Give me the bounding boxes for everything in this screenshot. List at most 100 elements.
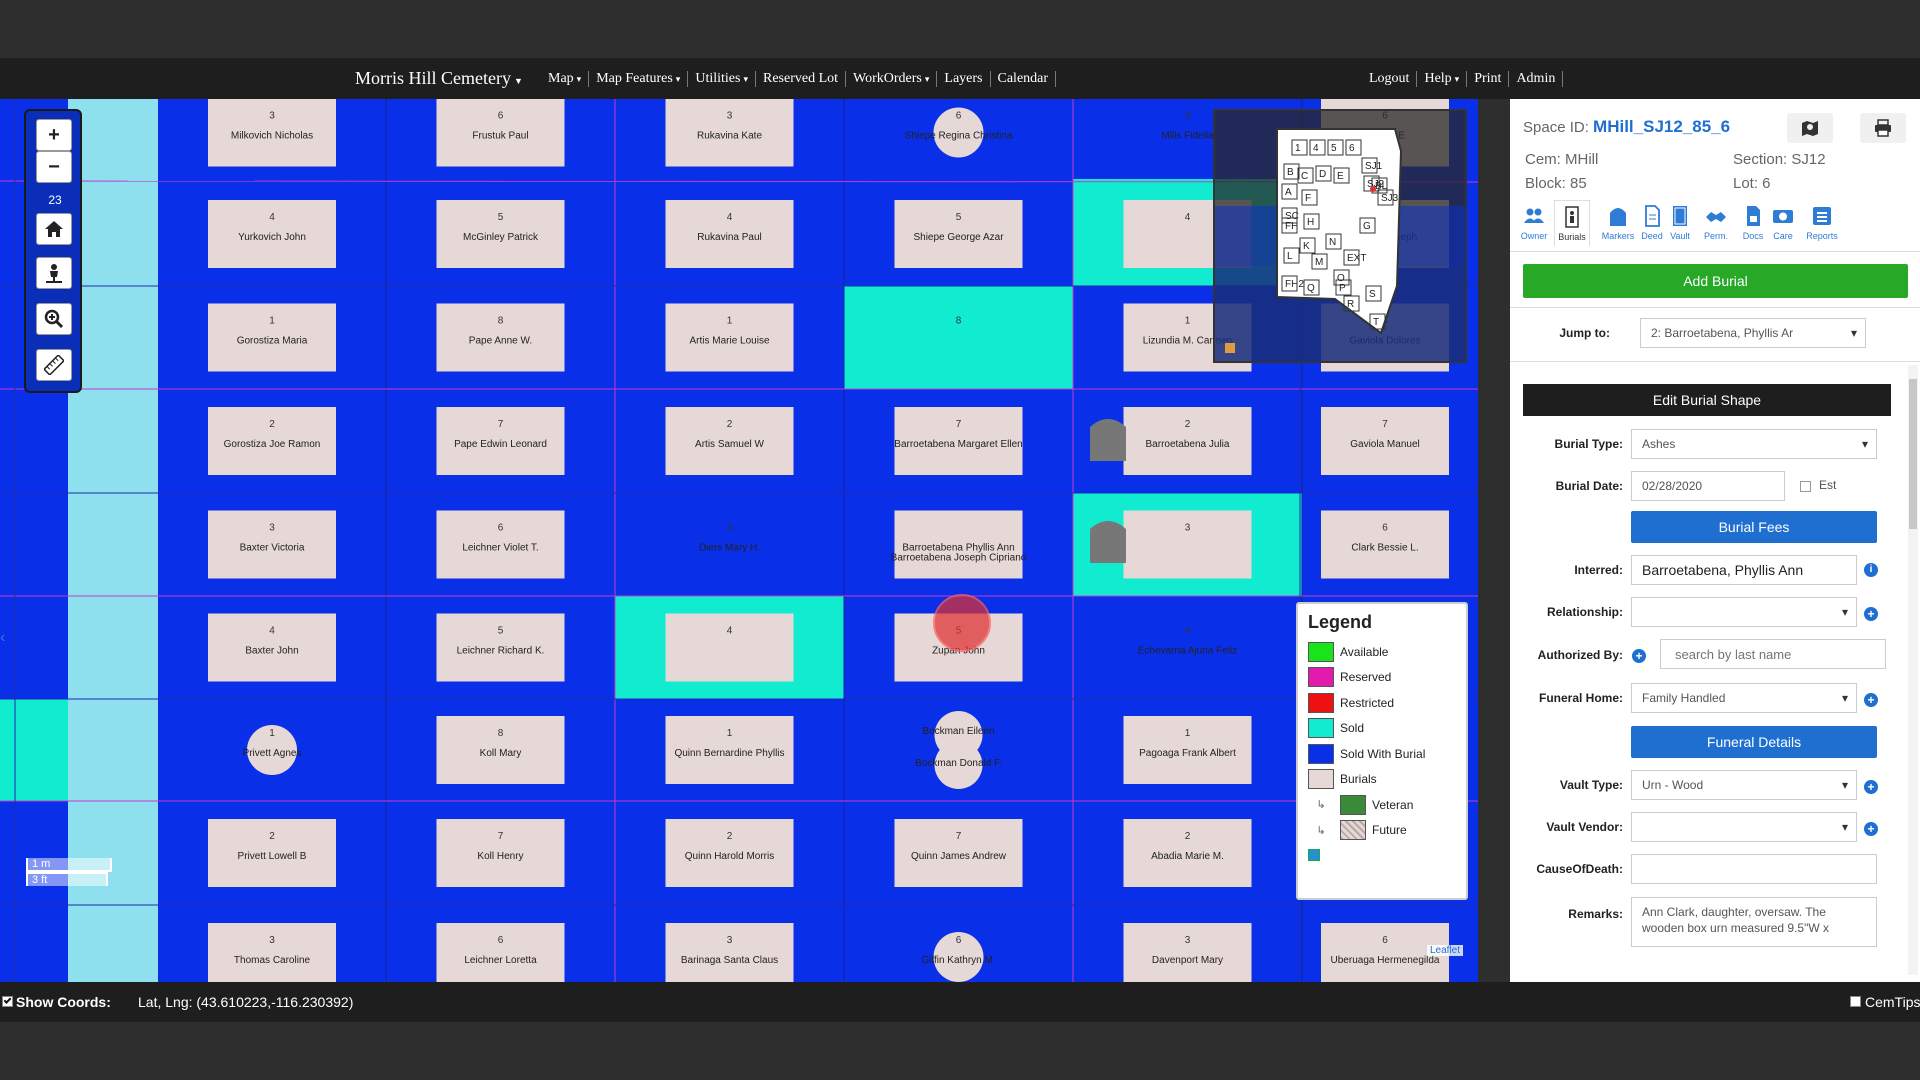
info-icon[interactable]: i <box>1864 563 1878 577</box>
burial-plot[interactable]: 1 Artis Marie Louise <box>665 303 794 372</box>
burial-plot[interactable]: 6 Clark Bessie L. <box>1321 510 1449 579</box>
sold-plot[interactable] <box>0 699 68 801</box>
nav-calendar[interactable]: Calendar <box>991 70 1057 87</box>
burial-plot[interactable]: 2 Barroetabena Julia <box>1123 407 1252 475</box>
burial-plot[interactable]: 6 Leichner Violet T. <box>436 510 565 579</box>
nav-workorders[interactable]: WorkOrders ▾ <box>846 70 938 87</box>
burial-marker[interactable] <box>1123 510 1252 579</box>
add-funeral-home-plus-icon[interactable]: + <box>1864 693 1878 707</box>
burial-plot[interactable]: 3 Barinaga Santa Claus <box>665 923 794 982</box>
locate-person-icon[interactable] <box>36 257 72 289</box>
leaflet-attribution[interactable]: Leaflet <box>1427 945 1464 956</box>
legend-toggle-icon[interactable] <box>1308 849 1320 861</box>
nav-layers[interactable]: Layers <box>937 70 991 87</box>
sold-plot[interactable] <box>844 286 1073 389</box>
tab-owner[interactable]: Owner <box>1516 205 1552 241</box>
burial-date-input[interactable]: 02/28/2020 <box>1631 471 1785 501</box>
burial-marker[interactable] <box>665 613 794 682</box>
burial-fees-button[interactable]: Burial Fees <box>1631 511 1877 543</box>
map-view[interactable]: 3 Milkovich Nicholas 6 Frustuk Paul 3 Rukavin… <box>0 99 1478 982</box>
show-coords-checkbox[interactable] <box>2 996 13 1007</box>
authorized-by-search-input[interactable] <box>1660 639 1886 669</box>
burial-plot[interactable]: 2 Artis Samuel W <box>665 407 794 475</box>
zoom-in-button[interactable]: + <box>36 119 72 151</box>
nav-utilities[interactable]: Utilities ▾ <box>688 70 756 87</box>
minimap-toggle-icon[interactable] <box>1225 343 1235 353</box>
burial-marker[interactable] <box>665 923 794 982</box>
burial-plot[interactable]: 3 Baxter Victoria <box>208 510 336 579</box>
nav-map[interactable]: Map ▾ <box>541 70 590 87</box>
burial-plot[interactable]: 3 Thomas Caroline <box>208 923 336 982</box>
burial-plot[interactable]: 5 Leichner Richard K. <box>436 613 565 682</box>
tab-perm[interactable]: Perm. <box>1698 205 1734 241</box>
interred-input[interactable]: Barroetabena, Phyllis Ann <box>1631 555 1857 585</box>
add-vault-vendor-plus-icon[interactable]: + <box>1864 822 1878 836</box>
burial-plot[interactable]: 5 Shiepe George Azar <box>894 200 1023 268</box>
jump-to-select[interactable]: 2: Barroetabena, Phyllis Ar <box>1640 318 1866 348</box>
relationship-select[interactable] <box>1631 597 1857 627</box>
burial-plot[interactable]: 2 Quinn Harold Morris <box>665 819 794 887</box>
headstone-icon[interactable] <box>1090 419 1126 461</box>
burial-plot[interactable]: 2 Gorostiza Joe Ramon <box>208 407 336 475</box>
burial-plot[interactable]: 4 Yurkovich John <box>208 200 336 268</box>
tab-care[interactable]: Care <box>1765 205 1801 241</box>
burial-plot[interactable]: 1 Quinn Bernardine Phyllis <box>665 716 794 784</box>
nav-print[interactable]: Print <box>1467 70 1510 87</box>
burial-plot[interactable]: 8 Pape Anne W. <box>436 303 565 372</box>
burial-plot[interactable]: 1 Pagoaga Frank Albert <box>1123 716 1252 784</box>
burial-plot[interactable]: 3 Milkovich Nicholas <box>208 99 336 167</box>
burial-plot[interactable]: 1 Gorostiza Maria <box>208 303 336 372</box>
nav-reserved-lot[interactable]: Reserved Lot <box>756 70 847 87</box>
burial-plot[interactable]: 3 Davenport Mary <box>1123 923 1252 982</box>
nav-map-features[interactable]: Map Features ▾ <box>589 70 689 87</box>
burial-plot[interactable]: 2 Abadia Marie M. <box>1123 819 1252 887</box>
nav-help[interactable]: Help ▾ <box>1417 70 1468 87</box>
zoom-out-button[interactable]: − <box>36 151 72 183</box>
burial-plot[interactable]: 7 Gaviola Manuel <box>1321 407 1449 475</box>
vault-vendor-select[interactable] <box>1631 812 1857 842</box>
cause-of-death-input[interactable] <box>1631 854 1877 884</box>
add-relationship-plus-icon[interactable]: + <box>1864 607 1878 621</box>
left-chevron-icon[interactable]: ‹ <box>0 629 5 647</box>
burial-plot[interactable]: 4 <box>665 613 794 682</box>
funeral-home-select[interactable]: Family Handled <box>1631 683 1857 713</box>
burial-plot[interactable]: 8 Koll Mary <box>436 716 565 784</box>
burial-plot[interactable]: 8 <box>956 316 962 327</box>
minimap[interactable]: 1 4 5 6 B C D E A F SC FH H G K L M N O P Q R S T BL FH2 SJ1 SJ2 SJ3… <box>1213 109 1467 363</box>
nav-admin[interactable]: Admin <box>1509 70 1564 87</box>
burial-type-select[interactable]: Ashes <box>1631 429 1877 459</box>
burial-marker[interactable] <box>1123 923 1252 982</box>
burial-plot[interactable]: 6 Frustuk Paul <box>436 99 565 167</box>
tab-markers[interactable]: Markers <box>1600 205 1636 241</box>
burial-plot[interactable]: 5 McGinley Patrick <box>436 200 565 268</box>
tab-burials[interactable]: Burials <box>1554 200 1590 246</box>
burial-marker[interactable] <box>436 923 565 982</box>
add-burial-button[interactable]: Add Burial <box>1523 264 1908 298</box>
burial-plot[interactable]: 4 Baxter John <box>208 613 336 682</box>
add-vault-type-plus-icon[interactable]: + <box>1864 780 1878 794</box>
burial-plot[interactable]: 4 Rukavina Paul <box>665 200 794 268</box>
add-authorizer-plus-icon[interactable]: + <box>1632 649 1646 663</box>
remarks-textarea[interactable]: Ann Clark, daughter, oversaw. The wooden… <box>1631 897 1877 947</box>
burial-marker[interactable] <box>208 923 336 982</box>
burial-plot[interactable]: Barroetabena Phyllis AnnBarroetabena Jos… <box>891 510 1027 579</box>
burial-plot[interactable]: 6 Leichner Loretta <box>436 923 565 982</box>
burial-plot[interactable]: 7 Barroetabena Margaret Ellen <box>894 407 1023 475</box>
map-locate-button[interactable] <box>1787 113 1833 143</box>
cemetery-menu[interactable]: Morris Hill Cemetery ▼ <box>355 58 523 99</box>
zoom-search-icon[interactable] <box>36 303 72 335</box>
nav-logout[interactable]: Logout <box>1362 70 1418 87</box>
panel-scrollbar[interactable] <box>1908 365 1918 975</box>
burial-plot[interactable]: 7 Koll Henry <box>436 819 565 887</box>
vault-type-select[interactable]: Urn - Wood <box>1631 770 1857 800</box>
burial-plot[interactable]: 7 Quinn James Andrew <box>894 819 1023 887</box>
edit-burial-shape-button[interactable]: Edit Burial Shape <box>1523 384 1891 416</box>
est-checkbox[interactable] <box>1800 481 1811 492</box>
tab-vault[interactable]: Vault <box>1662 205 1698 241</box>
ruler-icon[interactable] <box>36 349 72 381</box>
burial-plot[interactable]: 3 <box>1123 510 1252 579</box>
print-button[interactable] <box>1860 113 1906 143</box>
burial-plot[interactable]: 2 Privett Lowell B <box>208 819 336 887</box>
tab-reports[interactable]: Reports <box>1804 205 1840 241</box>
burial-plot[interactable]: 7 Pape Edwin Leonard <box>436 407 565 475</box>
